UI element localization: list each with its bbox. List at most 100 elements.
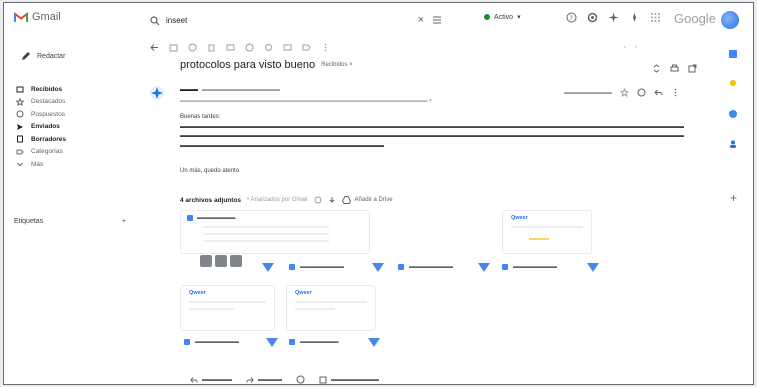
thumbnail-icon[interactable] [230, 255, 242, 267]
sidebar-item-enviados[interactable]: Enviados [12, 121, 132, 133]
move-to-icon[interactable] [283, 43, 292, 52]
mark-unread-icon[interactable] [226, 43, 235, 52]
attachment-card[interactable]: Qweer [286, 285, 376, 331]
forward-button[interactable]: ▬▬▬▬ [246, 376, 282, 384]
inbox-icon [16, 86, 24, 93]
more-vert-icon[interactable] [671, 88, 680, 97]
reply-actions: ▬▬▬▬▬ ▬▬▬▬ ▬▬▬▬▬▬▬▬ [190, 375, 379, 384]
print-icon[interactable] [670, 64, 679, 73]
emoji-icon[interactable] [296, 375, 305, 384]
message-date: ▬▬▬▬▬▬▬▬ [564, 89, 612, 96]
star-icon[interactable] [620, 88, 629, 97]
status-selector[interactable]: Activo ▾ [484, 13, 521, 21]
sidebar-item-categorias[interactable]: Categorías [12, 146, 132, 158]
reply-icon [190, 376, 198, 383]
checkbox-option[interactable]: ▬▬▬▬▬▬▬▬ [319, 376, 379, 384]
sidebar-item-mas[interactable]: Más [12, 158, 132, 170]
search-bar[interactable]: × [144, 10, 464, 31]
clear-search-icon[interactable]: × [418, 14, 424, 26]
sidebar-item-pospuestos[interactable]: Pospuestos [12, 108, 132, 120]
top-bar: Gmail × Activo ▾ ? [4, 3, 753, 39]
attachment-chip[interactable]: ▬▬▬▬▬▬▬▬ [289, 260, 344, 274]
attachment-chip[interactable]: ▬▬▬▬▬▬▬▬ [398, 260, 453, 274]
body-closing: Un más, quedo atento [180, 168, 240, 174]
back-arrow-icon[interactable] [150, 43, 159, 52]
sender-avatar[interactable] [149, 85, 165, 101]
inbox-tag[interactable]: Recibidos × [321, 62, 353, 68]
search-options-icon[interactable] [432, 15, 442, 25]
report-spam-icon[interactable] [188, 43, 197, 52]
forward-icon [246, 376, 254, 383]
account-avatar[interactable] [721, 11, 739, 29]
recipients-line[interactable]: ▬▬▬▬▬▬▬▬▬▬▬▬▬▬▬▬▬▬▬▬▬▬▬▬▬▬▬▬▬▬▬▬▬▬▬▬▬▬▬▬… [180, 98, 432, 104]
message-toolbar [150, 43, 330, 52]
status-label: Activo [494, 13, 514, 21]
download-all-icon[interactable] [328, 196, 336, 204]
attachment-brand: Qweer [295, 290, 312, 296]
prev-page-icon[interactable]: ‹ [624, 45, 626, 51]
apps-grid-icon[interactable] [650, 12, 661, 23]
attachment-chip[interactable]: ▬▬▬▬▬▬▬ [289, 335, 339, 349]
help-icon[interactable]: ? [566, 12, 577, 23]
compose-button[interactable]: Redactar [16, 45, 86, 67]
expand-icon[interactable] [652, 64, 661, 73]
attachment-chip[interactable]: ▬▬▬▬▬▬▬▬ [502, 260, 557, 274]
keep-icon[interactable] [728, 79, 738, 89]
attachment-card[interactable]: ▬▬▬▬▬▬▬ [180, 210, 370, 254]
gemini-icon[interactable] [608, 12, 619, 23]
body-paragraph: ▬▬▬▬▬▬▬▬▬▬▬▬▬▬▬▬▬▬▬▬▬▬▬▬▬▬▬▬▬▬▬▬▬▬ [180, 142, 384, 149]
attachment-brand: Qweer [189, 290, 206, 296]
search-icon[interactable] [150, 15, 160, 26]
reply-icon[interactable] [654, 88, 663, 97]
reply-button[interactable]: ▬▬▬▬▬ [190, 376, 232, 384]
file-icon [398, 264, 404, 270]
spark-icon[interactable] [629, 12, 640, 23]
tasks-icon[interactable] [728, 109, 738, 119]
add-task-icon[interactable] [264, 43, 273, 52]
settings-icon[interactable] [587, 12, 598, 23]
add-to-drive-button[interactable]: Añadir a Drive [341, 196, 393, 204]
add-addon-icon[interactable]: + [730, 191, 737, 205]
sender-name[interactable]: ▬▬▬ [180, 87, 198, 93]
sidebar-item-recibidos[interactable]: Recibidos [12, 83, 132, 95]
subject-actions [652, 64, 697, 73]
body-paragraph: ▬▬▬▬▬▬▬▬▬▬▬▬▬▬▬▬▬▬▬▬▬▬▬▬▬▬▬▬▬▬▬▬▬▬▬▬▬▬▬▬… [180, 123, 684, 130]
search-input[interactable] [166, 16, 366, 25]
thumbnail-icon[interactable] [215, 255, 227, 267]
next-page-icon[interactable]: › [635, 45, 637, 51]
attachment-chip[interactable]: ▬▬▬▬▬▬▬▬ [184, 335, 239, 349]
chevron-down-icon [17, 162, 23, 167]
thumbnail-icon[interactable] [200, 255, 212, 267]
star-icon [16, 97, 24, 106]
info-icon[interactable] [314, 196, 322, 204]
sender-line: ▬▬▬ ▬▬▬▬▬▬▬▬▬▬▬▬▬ [180, 87, 280, 93]
contacts-icon[interactable] [728, 139, 738, 149]
drive-icon [341, 196, 351, 204]
logo-text: Gmail [32, 11, 61, 23]
open-new-window-icon[interactable] [688, 64, 697, 73]
bookmark-flag-icon [368, 338, 380, 347]
add-label-icon[interactable]: + [122, 218, 126, 225]
sidebar-item-borradores[interactable]: Borradores [12, 133, 132, 145]
snooze-icon[interactable] [245, 43, 254, 52]
attachment-card[interactable]: Qweer [502, 210, 592, 254]
calendar-icon[interactable] [728, 49, 738, 59]
side-panel-rail [728, 49, 738, 149]
top-icons: ? [566, 12, 661, 23]
preview-line [295, 301, 367, 303]
message-meta: ▬▬▬▬▬▬▬▬ [564, 88, 680, 97]
send-icon [17, 123, 23, 130]
sidebar-item-label: Borradores [31, 135, 67, 143]
attachment-card[interactable]: Qweer [180, 285, 275, 331]
gmail-m-icon [14, 11, 28, 22]
archive-icon[interactable] [169, 43, 178, 52]
file-icon [187, 215, 193, 221]
preview-line [189, 308, 234, 310]
more-vert-icon[interactable] [321, 43, 330, 52]
gmail-logo[interactable]: Gmail [14, 11, 61, 23]
label-icon[interactable] [302, 43, 311, 52]
sidebar-item-destacados[interactable]: Destacados [12, 96, 132, 108]
delete-icon[interactable] [207, 43, 216, 52]
emoji-icon[interactable] [637, 88, 646, 97]
subject-text: protocolos para visto bueno [180, 59, 316, 71]
